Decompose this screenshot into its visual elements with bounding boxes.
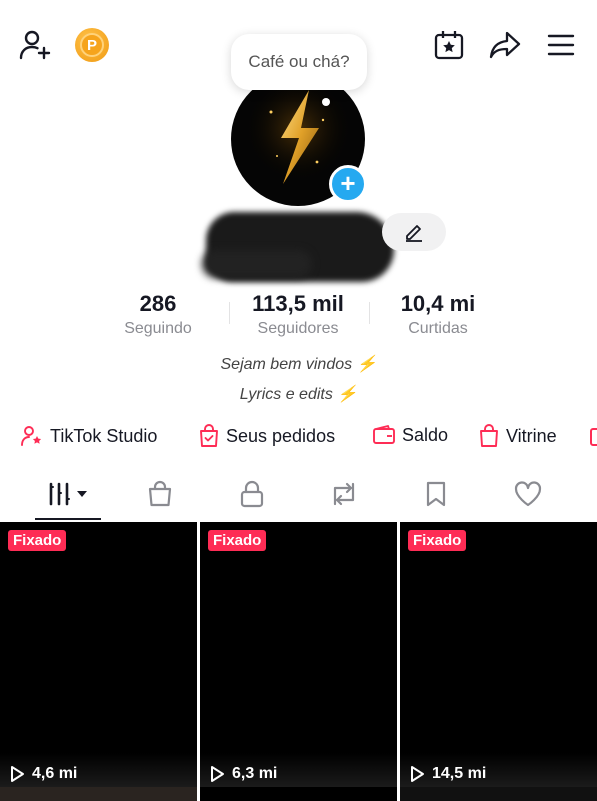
check-bag-icon <box>200 424 218 447</box>
tab-private[interactable] <box>222 470 282 518</box>
video-thumbnail[interactable]: Fixado 14,5 mi <box>400 522 597 787</box>
calendar-star-icon <box>434 31 464 60</box>
redacted-handle <box>202 250 312 278</box>
wallet-icon <box>373 425 395 444</box>
bookmark-icon <box>426 481 446 507</box>
stat-likes[interactable]: 10,4 mi Curtidas <box>386 290 490 340</box>
stat-divider <box>229 302 230 324</box>
stat-divider <box>369 302 370 324</box>
tab-shop[interactable] <box>130 470 190 518</box>
hamburger-menu-icon <box>547 34 575 56</box>
profile-stats: 286 Seguindo 113,5 mil Seguidores 10,4 m… <box>0 290 597 342</box>
menu-button[interactable] <box>542 26 580 64</box>
grid-filter-icon <box>49 482 87 506</box>
link-label: Seus pedidos <box>226 425 336 446</box>
stat-value: 113,5 mil <box>252 291 344 316</box>
person-plus-icon <box>19 30 51 60</box>
view-count-text: 4,6 mi <box>32 765 78 782</box>
share-arrow-icon <box>489 31 521 59</box>
video-thumbnail[interactable] <box>0 787 197 801</box>
tab-saved[interactable] <box>406 470 466 518</box>
tiktok-studio-link[interactable]: TikTok Studio <box>20 424 157 448</box>
tab-liked[interactable] <box>498 470 558 518</box>
view-count: 6,3 mi <box>208 765 277 783</box>
orders-link[interactable]: Seus pedidos <box>198 424 335 448</box>
coin-p-icon: P <box>80 33 104 57</box>
view-count: 14,5 mi <box>408 765 486 783</box>
link-label: Saldo <box>402 424 449 445</box>
play-icon <box>11 766 24 782</box>
bio-line-2: Lyrics e edits ⚡ <box>239 386 358 403</box>
stat-label: Seguidores <box>257 320 339 337</box>
video-thumbnail[interactable]: Fixado 4,6 mi <box>0 522 197 787</box>
pinned-badge: Fixado <box>408 530 467 551</box>
link-label: Vitrine <box>506 425 557 446</box>
tab-reposts[interactable] <box>314 470 374 518</box>
link-label: TikTok Studio <box>50 425 158 446</box>
stat-label: Seguindo <box>124 320 192 337</box>
bio-line-1: Sejam bem vindos ⚡ <box>220 356 377 373</box>
share-button[interactable] <box>486 26 524 64</box>
add-friend-button[interactable] <box>16 26 54 64</box>
note-bubble-tail <box>322 98 330 106</box>
lock-icon <box>240 480 264 508</box>
calendar-button[interactable] <box>430 26 468 64</box>
pinned-badge: Fixado <box>208 530 267 551</box>
overflow-link-edge[interactable] <box>590 428 597 446</box>
view-count-text: 6,3 mi <box>232 765 278 782</box>
person-star-icon <box>21 426 42 446</box>
quick-links: TikTok Studio Seus pedidos Saldo Vitrine <box>0 424 597 452</box>
add-avatar-button[interactable]: + <box>329 165 367 203</box>
tab-videos[interactable] <box>38 470 98 518</box>
edit-name-button[interactable] <box>382 213 446 251</box>
view-count-text: 14,5 mi <box>432 765 487 782</box>
view-count: 4,6 mi <box>8 765 77 783</box>
video-thumbnail[interactable] <box>400 787 597 801</box>
stat-following[interactable]: 286 Seguindo <box>108 290 208 340</box>
heart-icon <box>514 481 542 507</box>
note-bubble[interactable]: Café ou chá? <box>231 34 367 90</box>
stat-label: Curtidas <box>408 320 468 337</box>
play-icon <box>411 766 424 782</box>
balance-link[interactable]: Saldo <box>372 424 448 446</box>
content-tabs <box>0 470 597 520</box>
repost-icon <box>333 482 355 506</box>
video-thumbnail[interactable]: Fixado 6,3 mi <box>200 522 397 787</box>
pencil-icon <box>406 225 422 242</box>
pinned-badge: Fixado <box>8 530 67 551</box>
video-grid: Fixado 4,6 mi Fixado 6,3 mi Fixado 14,5 … <box>0 522 597 801</box>
stat-value: 286 <box>139 291 177 316</box>
shopping-bag-icon <box>480 424 498 447</box>
stat-value: 10,4 mi <box>400 291 476 316</box>
video-thumbnail[interactable] <box>200 787 397 801</box>
showcase-link[interactable]: Vitrine <box>478 424 557 448</box>
shop-bag-icon <box>148 480 172 507</box>
play-icon <box>211 766 224 782</box>
coin-button[interactable]: P <box>75 28 109 62</box>
stat-followers[interactable]: 113,5 mil Seguidores <box>238 290 358 340</box>
active-tab-indicator <box>35 518 101 520</box>
